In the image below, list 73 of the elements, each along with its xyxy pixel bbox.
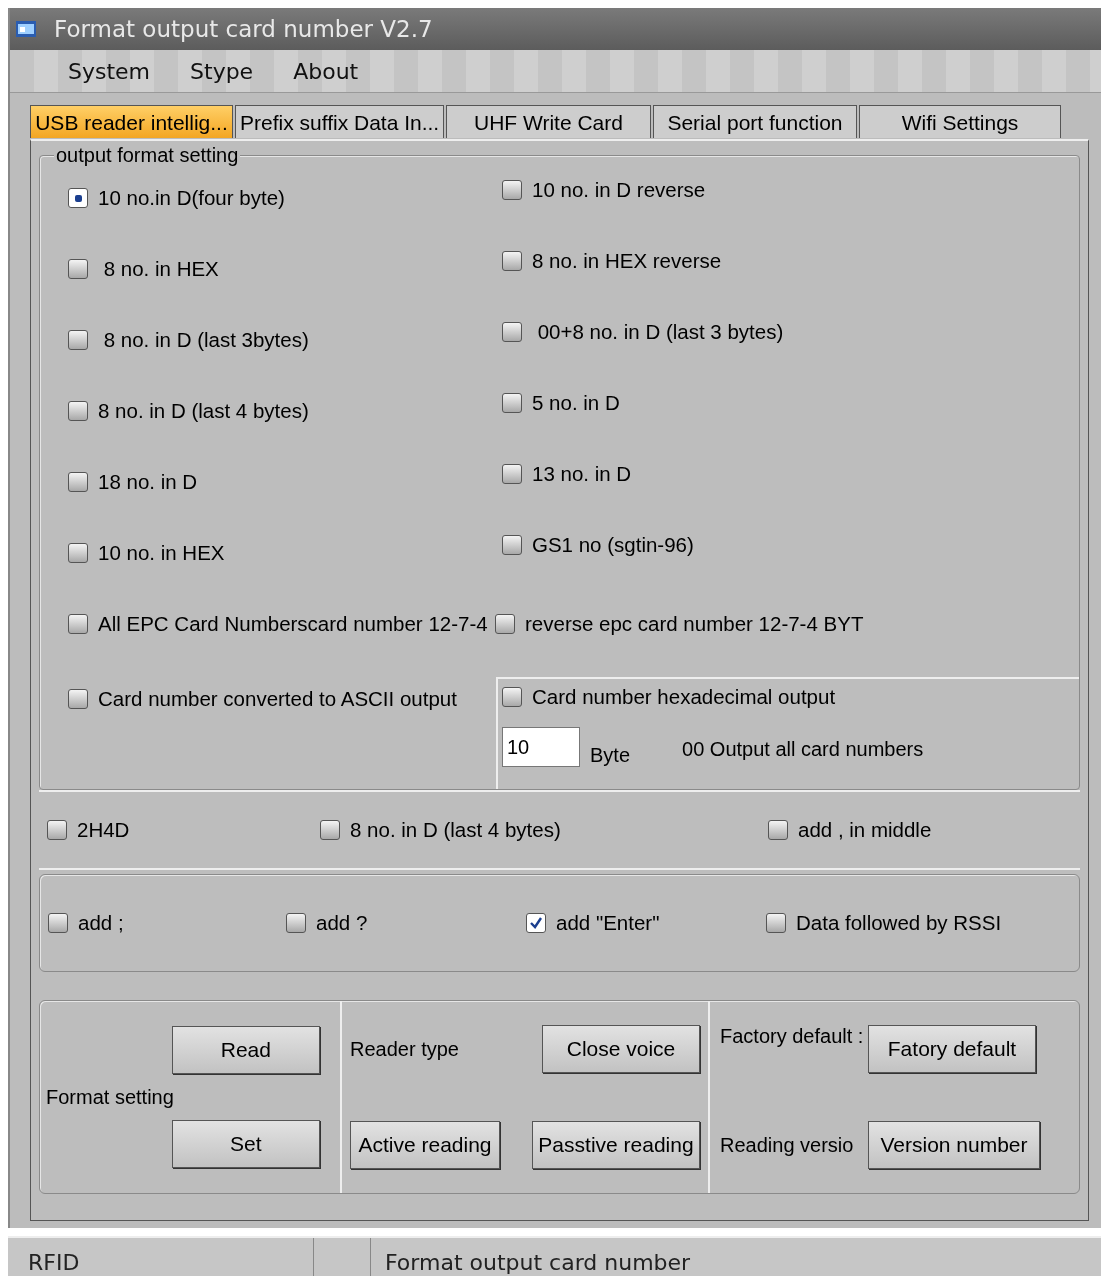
- checkbox-label: 10 no.in D(four byte): [98, 186, 285, 210]
- checkbox-label: Card number hexadecimal output: [532, 685, 836, 709]
- action-button[interactable]: Set: [171, 1120, 320, 1168]
- checkbox-label: 8 no. in HEX: [102, 257, 219, 281]
- checkbox[interactable]: [768, 820, 788, 840]
- checkbox-label: 13 no. in D: [532, 462, 632, 486]
- app-icon: [16, 21, 36, 37]
- panel-label: Format setting: [46, 1085, 174, 1109]
- tab[interactable]: UHF Write Card: [446, 105, 651, 138]
- status-text: RFID: [28, 1249, 80, 1275]
- action-button[interactable]: Close voice: [542, 1025, 700, 1073]
- panel-label: Factory default :: [720, 1025, 865, 1048]
- checkbox[interactable]: [526, 913, 546, 933]
- checkbox[interactable]: [320, 820, 340, 840]
- checkbox[interactable]: [68, 259, 88, 279]
- hint-text: 00 Output all card numbers: [682, 738, 924, 761]
- tab[interactable]: Wifi Settings: [859, 105, 1061, 138]
- checkbox[interactable]: [68, 472, 88, 492]
- checkbox[interactable]: [286, 913, 306, 933]
- action-button[interactable]: Active reading: [350, 1121, 500, 1169]
- action-button[interactable]: Fatory default: [868, 1025, 1036, 1073]
- checkbox-label: Card number converted to ASCII output: [98, 687, 457, 711]
- checkbox-label: add ;: [78, 911, 124, 935]
- action-button[interactable]: Version number: [868, 1121, 1040, 1169]
- tab[interactable]: Prefix suffix Data In...: [235, 105, 444, 138]
- checkbox-label: 5 no. in D: [532, 391, 620, 415]
- checkbox-label: 10 no. in D reverse: [532, 178, 706, 202]
- checkbox-label: 8 no. in D (last 4 bytes): [98, 399, 309, 423]
- panel-label: Reading versio: [720, 1133, 855, 1157]
- menu-item[interactable]: About: [293, 58, 359, 84]
- checkbox[interactable]: [766, 913, 786, 933]
- menu-item[interactable]: Stype: [190, 58, 254, 84]
- checkbox-label: 8 no. in D (last 4 bytes): [350, 818, 561, 842]
- panel-label: Reader type: [350, 1037, 460, 1061]
- checkbox-label: add ?: [316, 911, 368, 935]
- checkbox[interactable]: [502, 687, 522, 707]
- checkbox[interactable]: [68, 330, 88, 350]
- checkbox[interactable]: [68, 614, 88, 634]
- checkbox-label: reverse epc card number 12-7-4 BYT: [525, 612, 864, 636]
- window-title: Format output card number V2.7: [54, 16, 433, 42]
- action-button[interactable]: Passtive reading: [532, 1121, 700, 1169]
- checkbox[interactable]: [47, 820, 67, 840]
- checkbox[interactable]: [502, 535, 522, 555]
- checkbox-label: 8 no. in D (last 3bytes): [102, 328, 309, 352]
- checkbox[interactable]: [502, 393, 522, 413]
- checkbox-label: GS1 no (sgtin-96): [532, 533, 694, 557]
- checkbox[interactable]: [68, 401, 88, 421]
- checkbox[interactable]: [502, 180, 522, 200]
- checkbox-label: add , in middle: [798, 818, 932, 842]
- tab[interactable]: Serial port function: [653, 105, 857, 138]
- checkbox[interactable]: [502, 464, 522, 484]
- group-title: output format setting: [54, 144, 241, 167]
- status-text: Format output card number: [385, 1249, 691, 1275]
- checkbox[interactable]: [68, 543, 88, 563]
- checkbox-label: 18 no. in D: [98, 470, 198, 494]
- checkbox-label: 8 no. in HEX reverse: [532, 249, 722, 273]
- checkbox-label: Data followed by RSSI: [796, 911, 1002, 935]
- checkbox[interactable]: [502, 251, 522, 271]
- checkbox[interactable]: [48, 913, 68, 933]
- menu-item[interactable]: System: [68, 58, 151, 84]
- byte-count-field[interactable]: 10: [502, 727, 580, 767]
- checkbox-label: All EPC Card Numberscard number 12-7-4: [98, 612, 488, 636]
- unit-label: Byte: [590, 744, 631, 767]
- checkbox-label: 2H4D: [77, 818, 130, 842]
- checkbox[interactable]: [502, 322, 522, 342]
- checkbox[interactable]: [495, 614, 515, 634]
- checkbox[interactable]: [68, 689, 88, 709]
- checkbox-label: 10 no. in HEX: [98, 541, 225, 565]
- checkbox-label: 00+8 no. in D (last 3 bytes): [536, 320, 784, 344]
- action-button[interactable]: Read: [171, 1026, 320, 1074]
- checkbox[interactable]: [68, 188, 88, 208]
- tab[interactable]: USB reader intellig...: [30, 105, 233, 138]
- checkbox-label: add "Enter": [556, 911, 660, 935]
